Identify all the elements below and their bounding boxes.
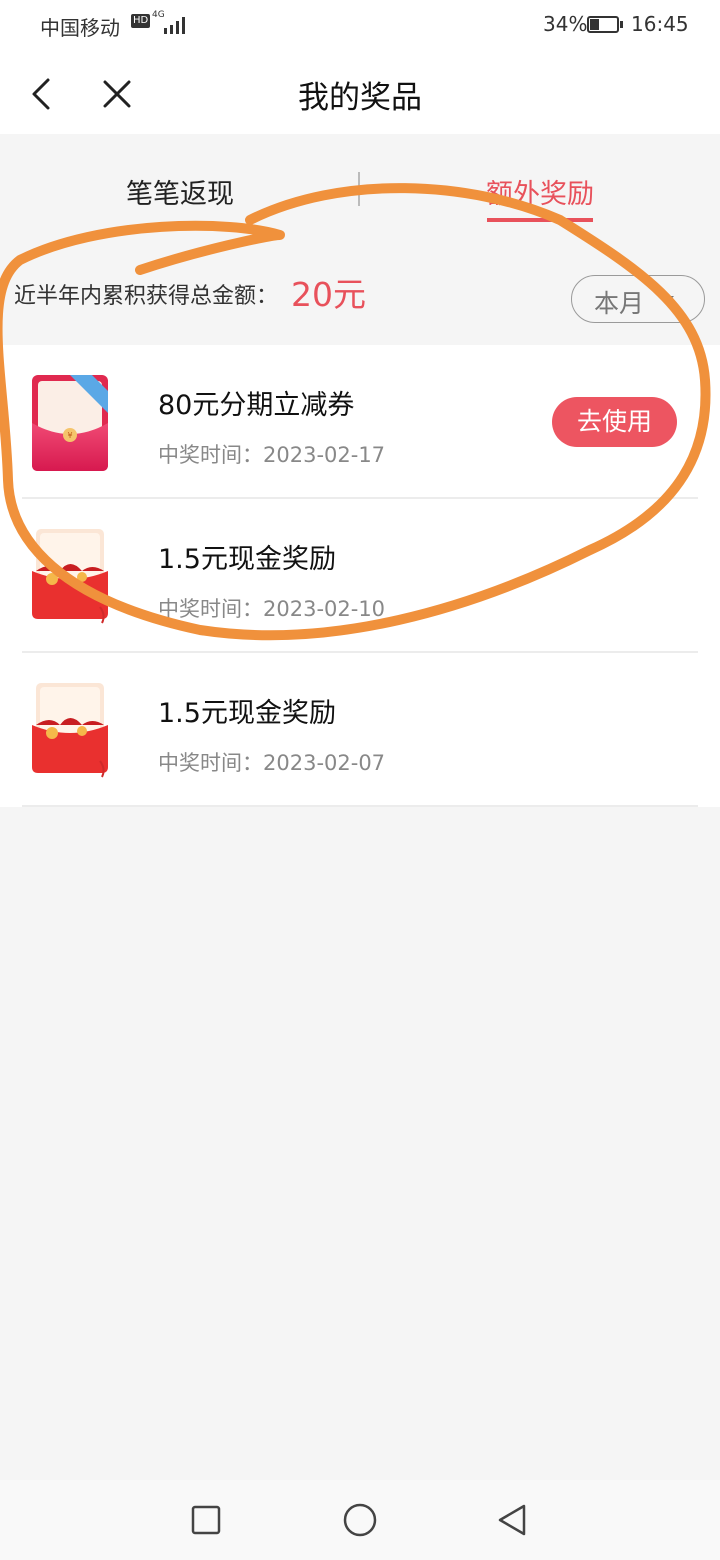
caret-down-icon [660,296,674,304]
prize-date: 中奖时间：2023-02-10 [158,597,386,621]
prize-list: ¥ 80元分期立减券 中奖时间：2023-02-17 去使用 1.5元现金奖励 … [0,345,720,807]
system-nav-bar [0,1480,720,1560]
cash-red-envelope-icon [32,529,108,624]
circle-icon[interactable] [342,1502,378,1538]
svg-text:¥: ¥ [67,431,72,440]
signal-icon [164,17,185,34]
status-bar: 中国移动 HD 4G 34% 16:45 [0,0,720,52]
prize-item[interactable]: 1.5元现金奖励 中奖时间：2023-02-07 [0,653,720,807]
prize-title: 80元分期立减券 [158,390,355,421]
page-title: 我的奖品 [298,80,422,116]
battery-tip [620,21,623,28]
prize-item[interactable]: 1.5元现金奖励 中奖时间：2023-02-10 [0,499,720,653]
active-tab-indicator [487,218,593,222]
prize-date: 中奖时间：2023-02-07 [158,751,386,775]
divider [22,805,698,807]
month-filter-dropdown[interactable]: 本月 [571,275,705,323]
hd-badge: HD [131,14,151,28]
summary-amount: 20元 [291,275,366,314]
tab-bar: 笔笔返现 额外奖励 [0,134,720,232]
use-coupon-button[interactable]: 去使用 [552,397,677,447]
summary-label: 近半年内累积获得总金额： [14,284,279,309]
coupon-red-envelope-icon: ¥ [32,375,108,471]
tab-extra-rewards[interactable]: 额外奖励 [360,172,720,211]
prize-title: 1.5元现金奖励 [158,698,336,729]
nav-bar: 我的奖品 [0,52,720,134]
tab-cashback[interactable]: 笔笔返现 [0,172,360,211]
square-icon[interactable] [190,1504,222,1536]
carrier-name: 中国移动 [40,16,120,40]
month-filter-value: 本月 [594,289,645,318]
cash-red-envelope-icon [32,683,108,778]
triangle-back-icon[interactable] [494,1502,530,1538]
battery-icon [587,16,619,33]
clock: 16:45 [631,12,689,36]
reward-summary: 近半年内累积获得总金额： 20元 本月 [0,232,720,345]
battery-fill [590,19,599,30]
prize-date: 中奖时间：2023-02-17 [158,443,386,467]
battery-percent: 34% [543,12,588,36]
prize-title: 1.5元现金奖励 [158,544,336,575]
prize-item[interactable]: ¥ 80元分期立减券 中奖时间：2023-02-17 去使用 [0,345,720,499]
